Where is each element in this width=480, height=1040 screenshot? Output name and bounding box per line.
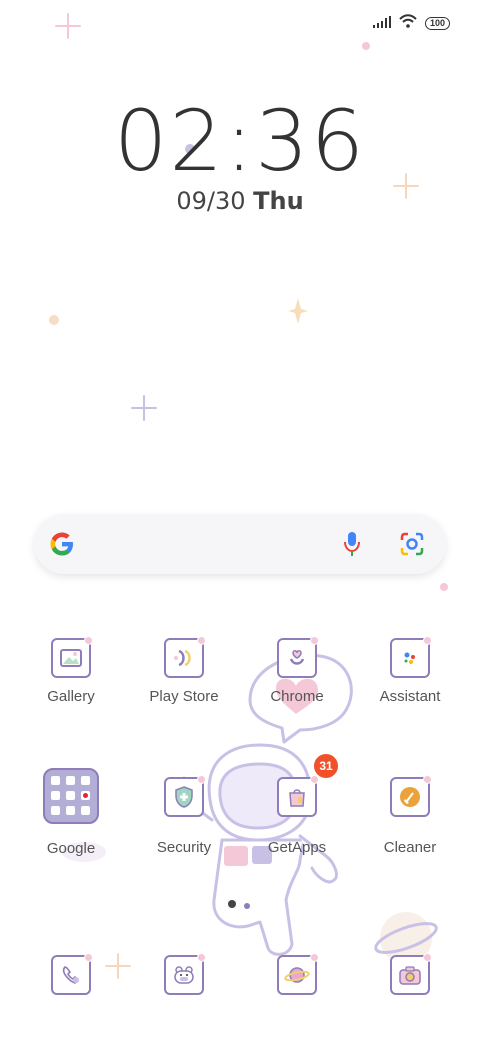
- chrome-icon: [277, 636, 319, 678]
- battery-indicator: 100: [424, 17, 450, 30]
- wifi-icon: [399, 14, 417, 33]
- lens-camera-icon[interactable]: [398, 530, 426, 563]
- status-bar: 100: [372, 14, 450, 33]
- clock-time[interactable]: 02:36: [0, 92, 480, 190]
- app-label: Gallery: [47, 688, 95, 705]
- phone-icon: [51, 953, 93, 995]
- weekday-text: Thu: [253, 187, 304, 215]
- getapps-icon: [277, 775, 319, 817]
- app-label: Play Store: [149, 688, 219, 705]
- date-text: 09/30: [176, 187, 246, 215]
- app-label: Google: [46, 840, 96, 857]
- cleaner-icon: [390, 775, 432, 817]
- app-label: GetApps: [267, 839, 327, 856]
- play-store-icon: [164, 636, 206, 678]
- app-label: Chrome: [270, 688, 324, 705]
- notification-badge: 31: [314, 754, 338, 778]
- google-search-bar[interactable]: [34, 514, 446, 574]
- app-label: Assistant: [379, 688, 441, 705]
- assistant-icon: [390, 636, 432, 678]
- browser-icon: [277, 953, 319, 995]
- camera-icon: [390, 953, 432, 995]
- google-folder-icon: [43, 768, 99, 824]
- google-g-icon: [48, 530, 76, 563]
- security-icon: [164, 775, 206, 817]
- mic-icon[interactable]: [340, 530, 364, 563]
- clock-date[interactable]: 09/30 Thu: [0, 187, 480, 215]
- signal-icon: [372, 15, 391, 33]
- messages-icon: [164, 953, 206, 995]
- gallery-icon: [51, 636, 93, 678]
- app-label: Security: [156, 839, 212, 856]
- app-label: Cleaner: [383, 839, 437, 856]
